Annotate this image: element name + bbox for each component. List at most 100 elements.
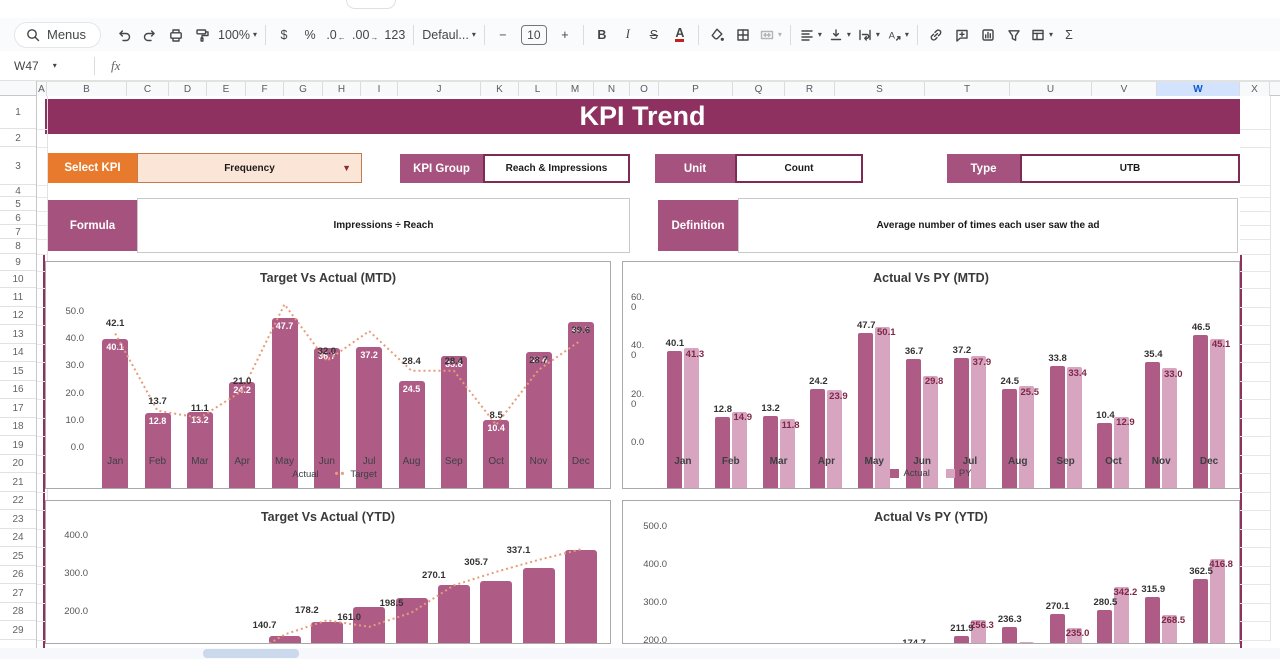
row-header-21[interactable]: 21 bbox=[0, 474, 36, 492]
row-header-23[interactable]: 23 bbox=[0, 511, 36, 529]
strikethrough-button[interactable]: S bbox=[641, 23, 667, 47]
column-header-J[interactable]: J bbox=[398, 82, 481, 96]
zoom-select-button[interactable]: 100%▾ bbox=[215, 23, 260, 47]
row-header-25[interactable]: 25 bbox=[0, 548, 36, 566]
column-header-C[interactable]: C bbox=[127, 82, 169, 96]
horizontal-scrollbar-thumb[interactable] bbox=[203, 649, 299, 658]
print-button[interactable] bbox=[163, 23, 189, 47]
name-box[interactable]: W47 ▾ bbox=[0, 59, 86, 73]
column-headers[interactable]: ABCDEFGHIJKLMNOPQRSTUVWX bbox=[0, 81, 1280, 96]
row-header-24[interactable]: 24 bbox=[0, 530, 36, 548]
kpi-dropdown[interactable]: Frequency ▼ bbox=[137, 153, 362, 183]
chart-actual-vs-py-ytd[interactable]: Actual Vs PY (YTD)200.0300.0400.0500.013… bbox=[622, 500, 1240, 644]
row-header-4[interactable]: 4 bbox=[0, 186, 36, 197]
redo-button[interactable] bbox=[137, 23, 163, 47]
row-header-18[interactable]: 18 bbox=[0, 419, 36, 437]
column-header-H[interactable]: H bbox=[323, 82, 361, 96]
column-header-V[interactable]: V bbox=[1092, 82, 1157, 96]
sheet-canvas[interactable]: KPI Trend Select KPI Frequency ▼ KPI Gro… bbox=[0, 0, 1280, 659]
chevron-down-icon[interactable]: ▾ bbox=[53, 61, 57, 70]
insert-comment-button[interactable] bbox=[949, 23, 975, 47]
vertical-align-button[interactable]: ▾ bbox=[825, 23, 854, 47]
column-header-A[interactable]: A bbox=[37, 82, 47, 96]
insert-chart-button[interactable] bbox=[975, 23, 1001, 47]
column-header-U[interactable]: U bbox=[1010, 82, 1092, 96]
row-header-8[interactable]: 8 bbox=[0, 240, 36, 254]
row-header-28[interactable]: 28 bbox=[0, 604, 36, 622]
row-header-29[interactable]: 29 bbox=[0, 622, 36, 640]
column-header-K[interactable]: K bbox=[481, 82, 519, 96]
more-formats-button[interactable]: 123 bbox=[381, 23, 408, 47]
fill-color-button[interactable] bbox=[704, 23, 730, 47]
row-header-26[interactable]: 26 bbox=[0, 567, 36, 585]
row-header-15[interactable]: 15 bbox=[0, 363, 36, 381]
text-color-button[interactable]: A bbox=[667, 23, 693, 47]
row-header-14[interactable]: 14 bbox=[0, 345, 36, 363]
column-header-B[interactable]: B bbox=[47, 82, 127, 96]
chevron-down-icon[interactable]: ▼ bbox=[342, 163, 351, 173]
chart-target-vs-actual-mtd[interactable]: Target Vs Actual (MTD)0.010.020.030.040.… bbox=[45, 261, 611, 489]
increase-font-size-button[interactable]: + bbox=[552, 23, 578, 47]
row-header-12[interactable]: 12 bbox=[0, 308, 36, 326]
row-header-7[interactable]: 7 bbox=[0, 226, 36, 239]
column-header-L[interactable]: L bbox=[519, 82, 557, 96]
format-currency-button[interactable]: $ bbox=[271, 23, 297, 47]
column-header-S[interactable]: S bbox=[835, 82, 925, 96]
select-all-corner[interactable] bbox=[0, 81, 37, 96]
row-header-10[interactable]: 10 bbox=[0, 272, 36, 288]
decrease-decimals-button[interactable]: .0← bbox=[323, 23, 349, 47]
row-header-1[interactable]: 1 bbox=[0, 96, 36, 129]
column-header-N[interactable]: N bbox=[594, 82, 630, 96]
column-header-W[interactable]: W bbox=[1157, 82, 1240, 96]
row-header-9[interactable]: 9 bbox=[0, 255, 36, 271]
functions-button[interactable]: Σ bbox=[1056, 23, 1082, 47]
row-header-3[interactable]: 3 bbox=[0, 148, 36, 185]
undo-button[interactable] bbox=[111, 23, 137, 47]
column-header-I[interactable]: I bbox=[361, 82, 398, 96]
column-header-E[interactable]: E bbox=[207, 82, 246, 96]
row-header-6[interactable]: 6 bbox=[0, 212, 36, 225]
chart-actual-vs-py-mtd[interactable]: Actual Vs PY (MTD)0.020.040.060.040.141.… bbox=[622, 261, 1240, 489]
font-select-button[interactable]: Defaul...▾ bbox=[419, 23, 479, 47]
column-header-F[interactable]: F bbox=[246, 82, 284, 96]
column-header-P[interactable]: P bbox=[659, 82, 733, 96]
decrease-font-size-button[interactable]: − bbox=[490, 23, 516, 47]
column-header-R[interactable]: R bbox=[785, 82, 835, 96]
row-header-2[interactable]: 2 bbox=[0, 130, 36, 147]
create-filter-button[interactable] bbox=[1001, 23, 1027, 47]
bold-button[interactable]: B bbox=[589, 23, 615, 47]
column-header-Q[interactable]: Q bbox=[733, 82, 785, 96]
format-percent-button[interactable]: % bbox=[297, 23, 323, 47]
column-header-O[interactable]: O bbox=[630, 82, 659, 96]
insert-link-button[interactable] bbox=[923, 23, 949, 47]
row-header-22[interactable]: 22 bbox=[0, 493, 36, 511]
column-header-X[interactable]: X bbox=[1240, 82, 1270, 96]
menus-search[interactable]: Menus bbox=[14, 22, 101, 48]
row-header-19[interactable]: 19 bbox=[0, 437, 36, 455]
column-header-D[interactable]: D bbox=[169, 82, 207, 96]
row-header-11[interactable]: 11 bbox=[0, 289, 36, 307]
row-header-5[interactable]: 5 bbox=[0, 198, 36, 211]
formula-input[interactable] bbox=[128, 51, 1280, 80]
table-views-button[interactable]: ▾ bbox=[1027, 23, 1056, 47]
row-header-13[interactable]: 13 bbox=[0, 326, 36, 344]
text-wrap-button[interactable]: ▾ bbox=[854, 23, 883, 47]
chart-target-vs-actual-ytd[interactable]: Target Vs Actual (YTD)200.0300.0400.082.… bbox=[45, 500, 611, 644]
column-header-G[interactable]: G bbox=[284, 82, 323, 96]
row-header-20[interactable]: 20 bbox=[0, 456, 36, 474]
row-headers[interactable]: 1234567891011121314151617181920212223242… bbox=[0, 96, 37, 648]
row-header-16[interactable]: 16 bbox=[0, 382, 36, 400]
horizontal-align-button[interactable]: ▾ bbox=[796, 23, 825, 47]
row-header-27[interactable]: 27 bbox=[0, 585, 36, 603]
column-header-T[interactable]: T bbox=[925, 82, 1010, 96]
horizontal-scrollbar[interactable] bbox=[0, 648, 1280, 659]
row-header-17[interactable]: 17 bbox=[0, 400, 36, 418]
increase-decimals-button[interactable]: .00→ bbox=[349, 23, 381, 47]
borders-button[interactable] bbox=[730, 23, 756, 47]
text-rotation-button[interactable]: A▾ bbox=[883, 23, 912, 47]
italic-button[interactable]: I bbox=[615, 23, 641, 47]
paint-format-button[interactable] bbox=[189, 23, 215, 47]
column-header-M[interactable]: M bbox=[557, 82, 594, 96]
font-size-input-button[interactable]: 10 bbox=[516, 23, 552, 47]
merge-cells-button[interactable]: ▾ bbox=[756, 23, 785, 47]
